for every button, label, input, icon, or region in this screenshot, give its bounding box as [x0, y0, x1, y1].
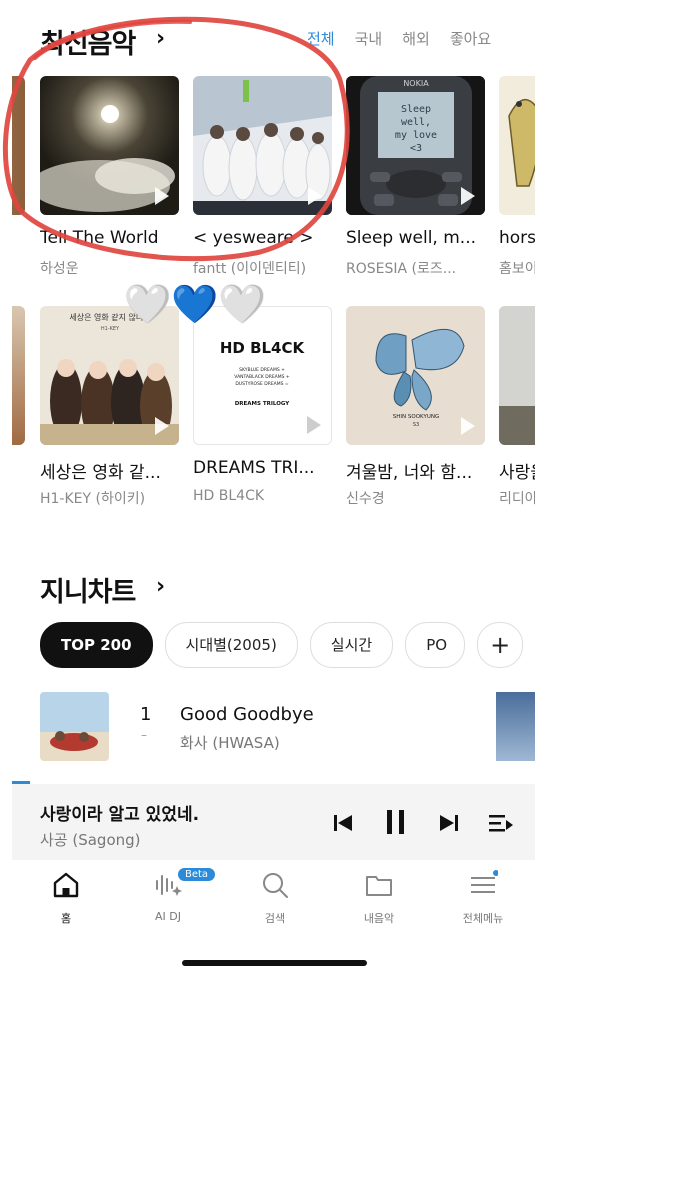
- now-playing-title: 사랑이라 알고 있었네.: [40, 805, 200, 825]
- playlist-icon[interactable]: [488, 812, 514, 834]
- tab-domestic[interactable]: 국내: [355, 28, 383, 49]
- home-icon: [53, 872, 79, 898]
- tab-all[interactable]: 전체: [307, 28, 335, 49]
- album-artist: HD BL4CK: [193, 488, 265, 504]
- new-music-title[interactable]: 최신음악: [40, 22, 136, 61]
- play-icon[interactable]: [307, 416, 321, 434]
- album-cover[interactable]: [193, 76, 332, 215]
- app-frame: 최신음악 › 전체 국내 해외 좋아요 Tell The World 하성운 <…: [12, 0, 535, 985]
- nav-label: 검색: [264, 912, 286, 925]
- menu-icon: [471, 870, 499, 893]
- folder-icon: [366, 876, 392, 896]
- song-thumbnail: [40, 692, 109, 761]
- chip-realtime[interactable]: 실시간: [309, 622, 394, 668]
- phone-screen-line: <3: [410, 143, 422, 154]
- genie-chart-title[interactable]: 지니차트: [40, 570, 136, 609]
- cover-title-text: HD BL4CK: [220, 339, 306, 357]
- album-artist: 하성운: [40, 261, 79, 277]
- search-icon: [263, 873, 288, 898]
- album-cover[interactable]: [499, 306, 535, 445]
- cover-line-text: DREAMS TRILOGY: [235, 401, 291, 407]
- chip-top200[interactable]: TOP 200: [40, 622, 153, 668]
- nav-label: AI DJ: [155, 910, 181, 923]
- cover-line-text: DUSTYROSE DREAMS =: [235, 381, 289, 387]
- chip-pop[interactable]: PO: [405, 622, 466, 668]
- next-track-icon[interactable]: [438, 812, 460, 834]
- album-cover-partial[interactable]: [12, 76, 25, 215]
- nav-search[interactable]: 검색: [235, 870, 315, 926]
- album-cover[interactable]: 세상은 영화 같지 않더라 H1-KEY: [40, 306, 179, 445]
- play-icon[interactable]: [308, 187, 322, 205]
- phone-screen-line: Sleep: [401, 104, 431, 115]
- song-title: Good Goodbye: [180, 704, 314, 725]
- new-music-tabs: 전체 국내 해외 좋아요: [307, 28, 511, 49]
- tab-overseas[interactable]: 해외: [402, 28, 430, 49]
- nav-menu[interactable]: 전체메뉴: [443, 870, 523, 926]
- cover-sub-text: S3: [413, 422, 419, 428]
- chip-era[interactable]: 시대별(2005): [164, 622, 298, 668]
- now-playing-artist: 사공 (Sagong): [40, 831, 141, 849]
- album-cover[interactable]: [40, 76, 179, 215]
- play-icon[interactable]: [461, 417, 475, 435]
- album-title: 사랑을: [499, 463, 535, 483]
- phone-screen-line: my love: [395, 130, 437, 141]
- chart-rank: 1: [140, 704, 152, 725]
- album-artist: H1-KEY (하이키): [40, 491, 146, 507]
- rank-change: –: [141, 728, 147, 742]
- next-column-thumbnail: [496, 692, 535, 761]
- album-artist: 홈보이: [499, 261, 535, 277]
- play-icon[interactable]: [461, 187, 475, 205]
- album-artist: ROSESIA (로즈...: [346, 261, 457, 277]
- white-heart-icon: 🤍: [124, 282, 171, 326]
- previous-track-icon[interactable]: [332, 812, 354, 834]
- album-title: 세상은 영화 같...: [40, 463, 161, 483]
- bottom-nav: 홈 Beta AI DJ 검색 내음악 전체메뉴: [12, 862, 535, 942]
- heart-stickers: 🤍 💙 🤍: [124, 282, 266, 326]
- play-icon[interactable]: [155, 187, 169, 205]
- nav-label: 전체메뉴: [462, 912, 504, 925]
- album-cover[interactable]: HD BL4CK SKYBLUE DREAMS + VANTABLACK DRE…: [193, 306, 332, 445]
- chevron-right-icon[interactable]: ›: [156, 574, 165, 599]
- cover-title-text: SHIN SOOKYUNG: [393, 414, 439, 420]
- album-title: Sleep well, m...: [346, 228, 477, 248]
- chart-filter-chips: TOP 200 시대별(2005) 실시간 PO +: [40, 622, 524, 668]
- tab-likes[interactable]: 좋아요: [450, 28, 491, 49]
- album-cover[interactable]: NOKIA Sleep well, my love <3: [346, 76, 485, 215]
- chart-row[interactable]: 1 – Good Goodbye 화사 (HWASA): [40, 692, 535, 762]
- play-icon[interactable]: [155, 417, 169, 435]
- nav-label: 홈: [60, 912, 72, 925]
- nav-home[interactable]: 홈: [26, 870, 106, 926]
- album-cover-partial[interactable]: [12, 306, 25, 445]
- album-title: Tell The World: [40, 228, 159, 248]
- cover-artist-text: H1-KEY: [101, 326, 120, 332]
- cover-line-text: SKYBLUE DREAMS +: [239, 367, 285, 373]
- nav-my-music[interactable]: 내음악: [339, 870, 419, 926]
- song-artist: 화사 (HWASA): [180, 734, 280, 752]
- home-indicator[interactable]: [182, 960, 367, 966]
- new-music-row-1: Tell The World 하성운 < yesweare > fantt (이…: [12, 76, 535, 286]
- chevron-right-icon[interactable]: ›: [156, 26, 165, 51]
- white-heart-icon: 🤍: [218, 282, 266, 326]
- album-cover[interactable]: [499, 76, 535, 215]
- nav-ai-dj[interactable]: Beta AI DJ: [128, 868, 216, 923]
- phone-screen-line: well,: [401, 117, 431, 128]
- pause-icon[interactable]: [384, 808, 408, 836]
- album-cover[interactable]: SHIN SOOKYUNG S3: [346, 306, 485, 445]
- cover-line-text: VANTABLACK DREAMS +: [234, 374, 290, 380]
- phone-brand-text: NOKIA: [403, 79, 429, 88]
- blue-heart-icon: 💙: [171, 282, 218, 326]
- album-title: DREAMS TRI...: [193, 458, 315, 478]
- mini-player[interactable]: 사랑이라 알고 있었네. 사공 (Sagong): [12, 784, 535, 860]
- album-artist: 신수경: [346, 491, 385, 507]
- album-title: 겨울밤, 너와 함...: [346, 463, 473, 483]
- nav-label: 내음악: [363, 912, 395, 925]
- add-chip-button[interactable]: +: [477, 622, 524, 668]
- beta-badge: Beta: [178, 868, 216, 881]
- new-music-row-2: 세상은 영화 같지 않더라 H1-KEY 세상은 영화 같... H1-KEY …: [12, 306, 535, 516]
- album-title: < yesweare >: [193, 228, 314, 248]
- album-title: hors: [499, 228, 535, 248]
- album-artist: fantt (이이덴티티): [193, 261, 307, 277]
- album-artist: 리디아: [499, 491, 535, 507]
